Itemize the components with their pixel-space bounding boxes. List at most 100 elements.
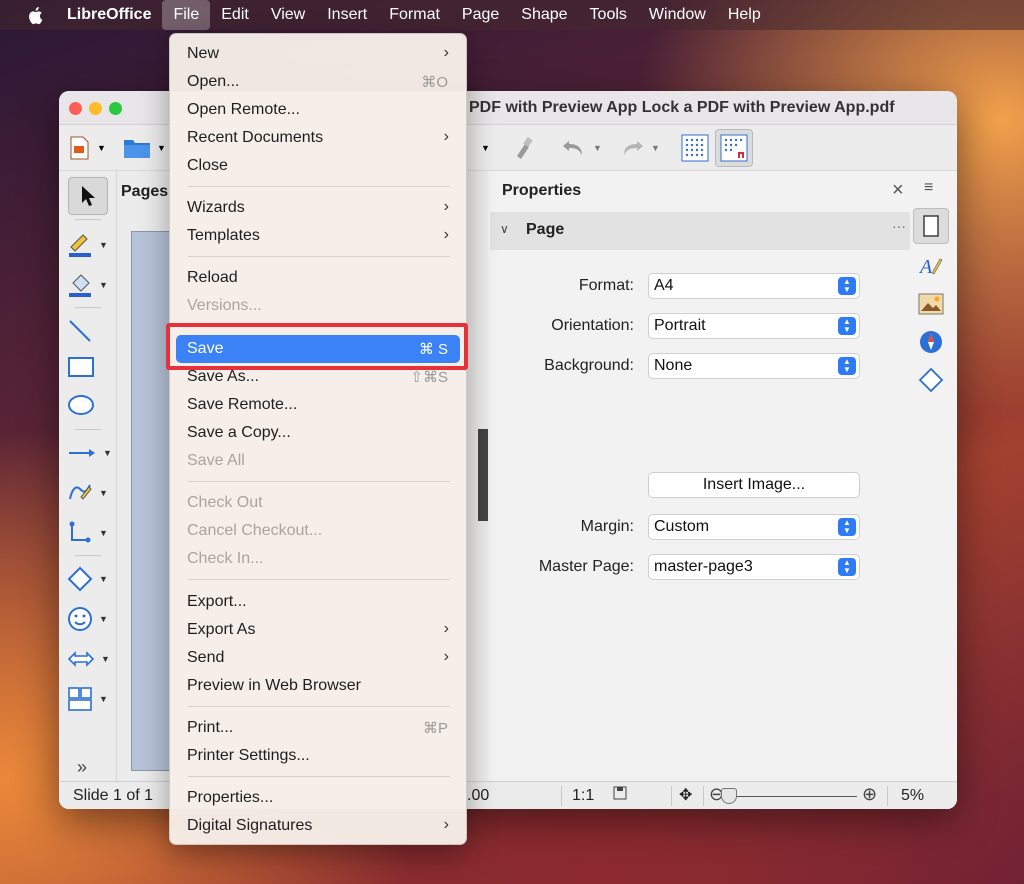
fill-color-icon[interactable]: ▼ (67, 269, 115, 301)
clone-formatting-icon[interactable] (513, 133, 535, 163)
submenu-chevron-icon: › (443, 198, 449, 215)
orientation-select[interactable]: Portrait ▲ ▼ (648, 313, 860, 339)
styles-deck-icon[interactable]: A (913, 248, 949, 284)
format-select[interactable]: A4 ▲ ▼ (648, 273, 860, 299)
menu-item-printer-settings[interactable]: Printer Settings... (170, 742, 466, 770)
ellipse-tool-icon[interactable] (67, 389, 115, 421)
apple-icon[interactable] (24, 0, 46, 30)
undo-icon[interactable]: ▼ (561, 133, 602, 163)
sidebar-deck: A (912, 206, 957, 506)
new-document-icon[interactable]: ▼ (69, 133, 106, 163)
position-readout: .00 (467, 787, 490, 804)
navigator-deck-icon[interactable] (913, 324, 949, 360)
submenu-chevron-icon: › (443, 128, 449, 145)
gallery-deck-icon[interactable] (913, 286, 949, 322)
menu-help[interactable]: Help (717, 0, 772, 30)
master-page-value: master-page3 (654, 558, 753, 575)
symbol-shapes-smiley-icon[interactable]: ▼ (67, 603, 115, 635)
menu-item-preview-web-browser[interactable]: Preview in Web Browser (170, 672, 466, 700)
flowchart-icon[interactable]: ▼ (67, 683, 115, 715)
submenu-chevron-icon: › (443, 816, 449, 833)
zoom-slider-handle[interactable] (721, 788, 737, 804)
submenu-chevron-icon: › (443, 226, 449, 243)
display-grid-icon[interactable] (681, 133, 709, 163)
insert-image-button[interactable]: Insert Image... (648, 472, 860, 498)
menu-item-recent-documents[interactable]: Recent Documents › (170, 124, 466, 152)
menu-item-templates[interactable]: Templates › (170, 222, 466, 250)
menu-item-open-remote[interactable]: Open Remote... (170, 96, 466, 124)
block-arrows-icon[interactable]: ▼ (67, 643, 115, 675)
curve-tool-icon[interactable]: ▼ (67, 477, 115, 509)
menu-item-save-all: Save All (187, 452, 245, 469)
page-thumbnail[interactable] (131, 231, 171, 771)
menu-view[interactable]: View (260, 0, 316, 30)
menu-item-export[interactable]: Export... (170, 588, 466, 616)
slide-counter: Slide 1 of 1 (73, 787, 154, 804)
background-value: None (654, 357, 693, 374)
zoom-in-icon[interactable]: ⊕ (862, 784, 877, 805)
stepper-arrows-icon: ▲ ▼ (838, 317, 856, 335)
save-annotation-box (166, 323, 468, 370)
submenu-chevron-icon: › (443, 620, 449, 637)
stepper-arrows-icon: ▲ ▼ (838, 558, 856, 576)
basic-shapes-diamond-icon[interactable]: ▼ (67, 563, 115, 595)
menu-tools[interactable]: Tools (579, 0, 638, 30)
menu-item-save-a-copy[interactable]: Save a Copy... (170, 419, 466, 447)
background-select[interactable]: None ▲ ▼ (648, 353, 860, 379)
menu-item-properties[interactable]: Properties... (170, 784, 466, 812)
menu-insert[interactable]: Insert (316, 0, 378, 30)
page-section-header[interactable]: ∨ Page ··· (490, 212, 910, 250)
zoom-percent[interactable]: 5% (901, 787, 924, 805)
close-sidebar-icon[interactable]: × (892, 179, 904, 202)
orientation-value: Portrait (654, 317, 706, 334)
line-color-icon[interactable]: ▼ (67, 229, 115, 261)
menu-item-open[interactable]: Open... ⌘O (170, 68, 466, 96)
paste-icon[interactable]: ▼ (467, 133, 490, 163)
chevron-down-icon: ∨ (500, 222, 509, 236)
menu-item-cancel-checkout: Cancel Checkout... (187, 522, 323, 539)
snap-to-grid-icon[interactable] (715, 129, 753, 167)
open-folder-icon[interactable]: ▼ (123, 133, 166, 163)
page-section-title: Page (526, 221, 565, 238)
stepper-arrows-icon: ▲ ▼ (838, 518, 856, 536)
rectangle-tool-icon[interactable] (67, 351, 115, 383)
menu-page[interactable]: Page (451, 0, 510, 30)
properties-deck-icon[interactable] (913, 208, 949, 244)
more-tools-chevron-icon[interactable]: » (77, 751, 125, 783)
menu-file[interactable]: File (162, 0, 211, 30)
master-page-select[interactable]: master-page3 ▲ ▼ (648, 554, 860, 580)
menu-item-export-as[interactable]: Export As › (170, 616, 466, 644)
sidebar-menu-icon[interactable]: ≡ (924, 179, 933, 197)
close-window-button[interactable] (69, 102, 82, 115)
menu-shape[interactable]: Shape (510, 0, 578, 30)
menu-format[interactable]: Format (378, 0, 451, 30)
select-arrow-icon[interactable] (68, 177, 108, 215)
sidebar-collapse-handle[interactable] (478, 429, 488, 521)
menu-item-print[interactable]: Print... ⌘P (170, 714, 466, 742)
arrow-line-icon[interactable]: ▼ (67, 437, 115, 469)
connector-tool-icon[interactable]: ▼ (67, 517, 115, 549)
menu-item-send[interactable]: Send › (170, 644, 466, 672)
menu-item-save-remote[interactable]: Save Remote... (170, 391, 466, 419)
drawing-toolbar: ▼ ▼ ▼ ▼ ▼ ▼ ▼ ▼ ▼ » (59, 171, 117, 781)
menu-item-reload[interactable]: Reload (170, 264, 466, 292)
stepper-arrows-icon: ▲ ▼ (838, 277, 856, 295)
menu-edit[interactable]: Edit (210, 0, 260, 30)
zoom-slider-track[interactable] (729, 796, 857, 797)
redo-icon[interactable]: ▼ (619, 133, 660, 163)
zoom-window-button[interactable] (109, 102, 122, 115)
more-options-icon[interactable]: ··· (892, 218, 906, 234)
margin-select[interactable]: Custom ▲ ▼ (648, 514, 860, 540)
line-tool-icon[interactable] (67, 315, 115, 347)
menu-item-new[interactable]: New › (170, 40, 466, 68)
menu-bar: LibreOffice File Edit View Insert Format… (0, 0, 1024, 30)
shapes-deck-diamond-icon[interactable] (913, 362, 949, 398)
menu-window[interactable]: Window (638, 0, 717, 30)
menu-item-close[interactable]: Close (170, 152, 466, 180)
menu-app-name[interactable]: LibreOffice (56, 0, 162, 30)
menu-item-digital-signatures[interactable]: Digital Signatures › (170, 812, 466, 840)
minimize-window-button[interactable] (89, 102, 102, 115)
properties-title: Properties (502, 182, 582, 199)
menu-item-wizards[interactable]: Wizards › (170, 194, 466, 222)
move-cursor-icon: ✥ (679, 787, 693, 804)
